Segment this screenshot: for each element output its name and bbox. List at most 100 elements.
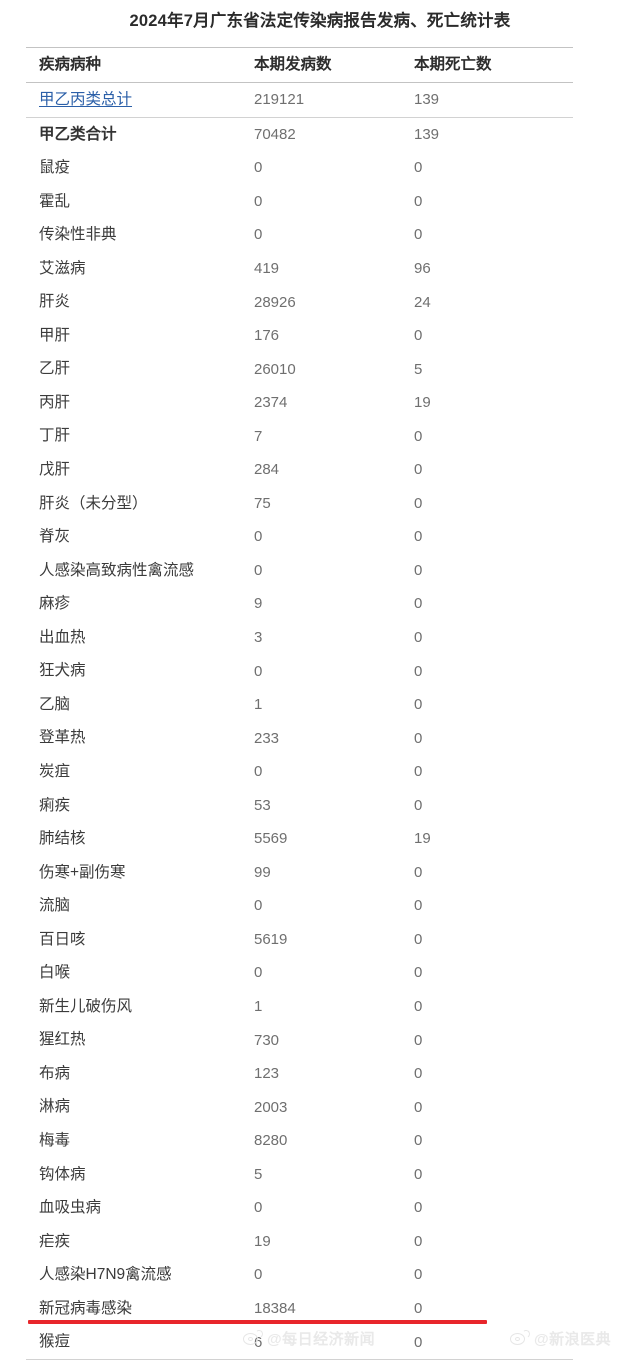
disease-name: 丙肝 — [39, 393, 71, 411]
table-row: 肺结核 5569 19 — [26, 822, 573, 856]
disease-name: 新生儿破伤风 — [39, 997, 133, 1015]
cases-value: 176 — [254, 327, 280, 345]
disease-name: 戊肝 — [39, 461, 71, 479]
disease-name: 猩红热 — [39, 1031, 86, 1049]
deaths-value: 0 — [414, 226, 423, 244]
deaths-value: 5 — [414, 360, 423, 378]
disease-name: 登革热 — [39, 729, 86, 747]
deaths-value: 96 — [414, 260, 431, 277]
table-row: 麻疹 9 0 — [26, 587, 573, 621]
table-row: 传染性非典 0 0 — [26, 218, 573, 252]
disease-name: 甲肝 — [39, 326, 71, 344]
cases-value: 219121 — [254, 91, 305, 109]
disease-name: 淋病 — [39, 1098, 71, 1116]
table-row: 炭疽 0 0 — [26, 755, 573, 789]
cases-value: 123 — [254, 1065, 280, 1083]
disease-name: 脊灰 — [39, 528, 71, 546]
deaths-value: 0 — [414, 561, 423, 579]
deaths-value: 0 — [414, 1165, 423, 1183]
table-row: 淋病 2003 0 — [26, 1090, 573, 1124]
statistics-table-page: 2024年7月广东省法定传染病报告发病、死亡统计表 疾病病种 本期发病数 本期死… — [0, 0, 640, 1361]
cases-value: 284 — [254, 461, 280, 479]
disease-name: 丁肝 — [39, 427, 71, 445]
disease-name: 血吸虫病 — [39, 1199, 102, 1217]
table-row: 猩红热 730 0 — [26, 1023, 573, 1057]
deaths-value: 0 — [414, 528, 423, 546]
deaths-value: 0 — [414, 1232, 423, 1250]
table-row: 艾滋病 419 96 — [26, 252, 573, 286]
table-row: 戊肝 284 0 — [26, 453, 573, 487]
cases-value: 419 — [254, 260, 280, 277]
table-header-row: 疾病病种 本期发病数 本期死亡数 — [26, 48, 573, 82]
deaths-value: 0 — [414, 763, 423, 781]
disease-name: 麻疹 — [39, 595, 71, 613]
disease-name: 钩体病 — [39, 1165, 86, 1183]
deaths-value: 0 — [414, 998, 423, 1016]
covid-row-highlight-underline — [28, 1320, 487, 1324]
deaths-value: 19 — [414, 394, 431, 412]
disease-name: 鼠疫 — [39, 159, 71, 177]
deaths-value: 0 — [414, 629, 423, 647]
deaths-value: 0 — [414, 192, 423, 210]
table-row: 流脑 0 0 — [26, 889, 573, 923]
watermark-left-text: @每日经济新闻 — [267, 1331, 376, 1348]
cases-value: 26010 — [254, 360, 296, 378]
table-row: 丁肝 7 0 — [26, 419, 573, 453]
disease-name: 伤寒+副伤寒 — [39, 863, 126, 881]
cases-value: 5569 — [254, 830, 288, 848]
deaths-value: 0 — [414, 863, 423, 881]
table-row: 伤寒+副伤寒 99 0 — [26, 856, 573, 890]
table-row[interactable]: 甲乙丙类总计 219121 139 — [26, 83, 573, 117]
table-row: 布病 123 0 — [26, 1057, 573, 1091]
deaths-value: 0 — [414, 159, 423, 177]
deaths-value: 0 — [414, 494, 423, 512]
disease-name: 痢疾 — [39, 796, 71, 814]
table-row: 肝炎（未分型） 75 0 — [26, 487, 573, 521]
cases-value: 5 — [254, 1165, 263, 1183]
deaths-value: 0 — [414, 930, 423, 948]
infectious-disease-table: 疾病病种 本期发病数 本期死亡数 甲乙丙类总计 219121 139 甲乙类合计 704… — [26, 47, 573, 1360]
disease-name: 流脑 — [39, 897, 71, 915]
cases-value: 0 — [254, 226, 263, 244]
deaths-value: 0 — [414, 1098, 423, 1116]
table-row: 霍乱 0 0 — [26, 185, 573, 219]
cases-value: 1 — [254, 696, 263, 714]
deaths-value: 0 — [414, 696, 423, 714]
table-row: 出血热 3 0 — [26, 621, 573, 655]
table-row: 血吸虫病 0 0 — [26, 1191, 573, 1225]
cases-value: 0 — [254, 192, 263, 210]
column-header-disease: 疾病病种 — [39, 56, 102, 74]
table-body: 甲乙丙类总计 219121 139 甲乙类合计 70482 139 鼠疫 0 0 霍乱 0 0 传染性非… — [26, 83, 573, 1359]
weibo-logo-icon — [243, 1329, 264, 1347]
deaths-value: 0 — [414, 461, 423, 479]
cases-value: 7 — [254, 427, 263, 445]
disease-name-link[interactable]: 甲乙丙类总计 — [26, 92, 254, 108]
disease-name: 人感染H7N9禽流感 — [39, 1266, 172, 1284]
deaths-value: 0 — [414, 796, 423, 814]
disease-name: 乙脑 — [39, 695, 71, 713]
disease-name: 狂犬病 — [39, 662, 86, 680]
disease-name: 艾滋病 — [39, 259, 86, 277]
deaths-value: 0 — [414, 1065, 423, 1083]
disease-name: 炭疽 — [39, 762, 71, 780]
cases-value: 2374 — [254, 394, 288, 412]
deaths-value: 0 — [414, 1031, 423, 1049]
cases-value: 0 — [254, 964, 263, 982]
table-row: 疟疾 19 0 — [26, 1225, 573, 1259]
table-row: 乙脑 1 0 — [26, 688, 573, 722]
table-row: 百日咳 5619 0 — [26, 923, 573, 957]
table-row: 白喉 0 0 — [26, 956, 573, 990]
cases-value: 75 — [254, 494, 271, 512]
disease-name: 肺结核 — [39, 830, 86, 848]
disease-name: 乙肝 — [39, 360, 71, 378]
column-header-deaths: 本期死亡数 — [414, 56, 492, 74]
watermark-right-text: @新浪医典 — [534, 1331, 612, 1348]
cases-value: 99 — [254, 863, 271, 881]
cases-value: 8280 — [254, 1132, 288, 1150]
deaths-value: 0 — [414, 1266, 423, 1284]
page-title: 2024年7月广东省法定传染病报告发病、死亡统计表 — [129, 12, 511, 30]
cases-value: 2003 — [254, 1098, 288, 1116]
disease-name: 布病 — [39, 1064, 71, 1082]
cases-value: 0 — [254, 662, 263, 680]
table-row: 甲肝 176 0 — [26, 319, 573, 353]
